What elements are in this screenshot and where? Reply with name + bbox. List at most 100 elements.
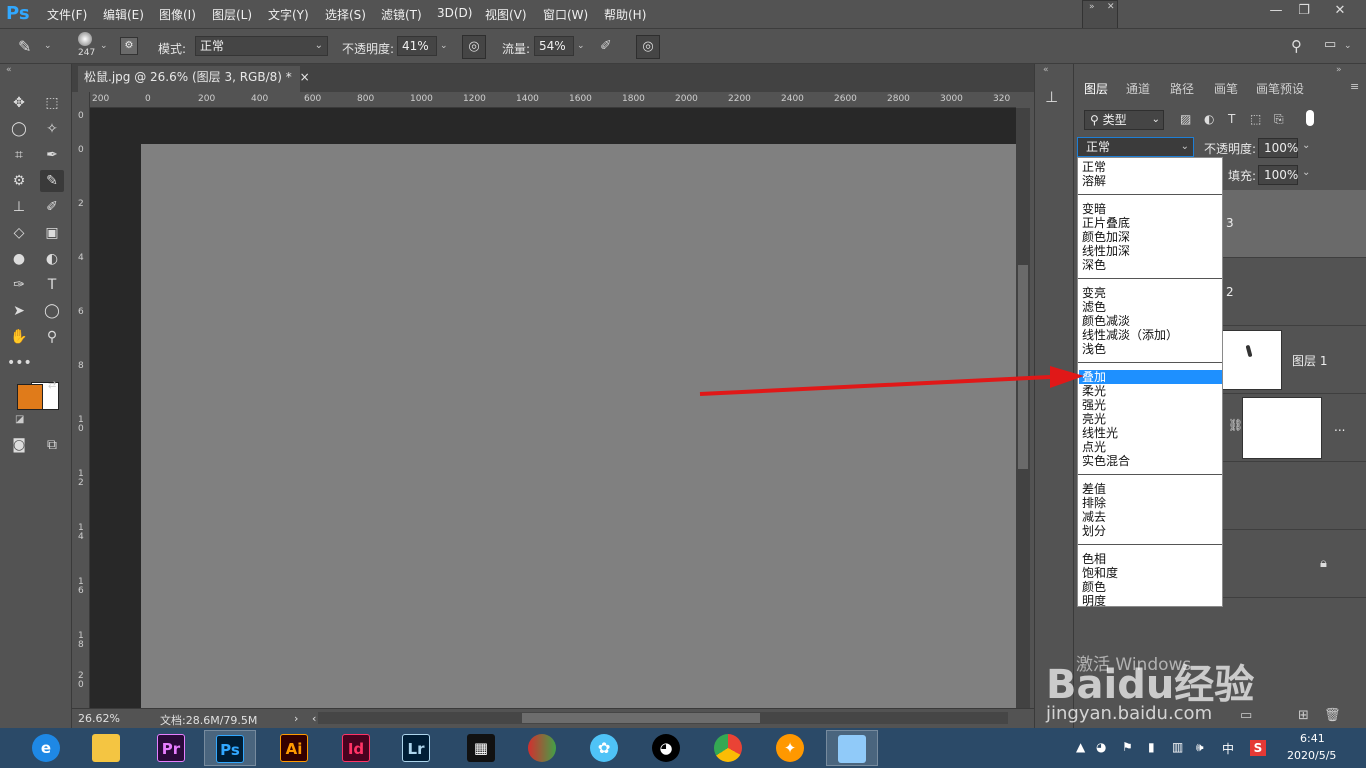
taskbar-cat[interactable]: ✿ — [578, 730, 630, 766]
taskbar-lightroom[interactable]: Lr — [390, 730, 442, 766]
type-filter-icon[interactable]: T — [1228, 112, 1235, 126]
chevron-down-icon[interactable]: ⌄ — [44, 41, 52, 51]
document-tab[interactable]: 松鼠.jpg @ 26.6% (图层 3, RGB/8) * × — [78, 66, 310, 92]
screen-mode-icon[interactable]: ⧉ — [40, 434, 64, 456]
brush-panel-icon[interactable]: ⚙ — [120, 37, 138, 55]
crop-tool-icon[interactable]: ⌗ — [7, 144, 31, 166]
blend-option[interactable]: 颜色 — [1082, 580, 1222, 594]
history-brush-tool-icon[interactable]: ✐ — [40, 196, 64, 218]
zoom-tool-icon[interactable]: ⚲ — [40, 326, 64, 348]
blend-option[interactable]: 浅色 — [1082, 342, 1222, 356]
pen-tool-icon[interactable]: ✑ — [7, 274, 31, 296]
quick-mask-icon[interactable]: ◙ — [7, 434, 31, 456]
blend-option[interactable]: 深色 — [1082, 258, 1222, 272]
menu-help[interactable]: 帮助(H) — [604, 6, 646, 23]
blend-option[interactable]: 正常 — [1082, 160, 1222, 174]
tab-channels[interactable]: 通道 — [1126, 80, 1150, 97]
pressure-opacity-icon[interactable]: ◎ — [462, 35, 486, 59]
tab-layers[interactable]: 图层 — [1084, 80, 1108, 97]
smart-object-filter-icon[interactable]: ⎘ — [1274, 112, 1284, 127]
blend-option[interactable]: 变暗 — [1082, 202, 1222, 216]
airbrush-icon[interactable]: ✐ — [600, 38, 612, 54]
mode-select[interactable]: 正常 ⌄ — [195, 36, 328, 56]
zoom-level[interactable]: 26.62% — [78, 712, 120, 725]
healing-tool-icon[interactable]: ⚙ — [7, 170, 31, 192]
filter-toggle-icon[interactable] — [1306, 110, 1314, 126]
taskbar-illustrator[interactable]: Ai — [268, 730, 320, 766]
tab-brush-presets[interactable]: 画笔预设 — [1256, 80, 1304, 97]
tray-expand-icon[interactable]: ▲ — [1076, 740, 1085, 754]
panel-menu-icon[interactable]: ≡ — [1350, 80, 1359, 93]
blend-option[interactable]: 颜色减淡 — [1082, 314, 1222, 328]
tab-paths[interactable]: 路径 — [1170, 80, 1194, 97]
chevron-down-icon[interactable]: ⌄ — [100, 41, 108, 51]
adjustment-filter-icon[interactable]: ◐ — [1204, 112, 1214, 126]
opacity-input[interactable]: 41% — [397, 36, 437, 56]
taskbar-app[interactable]: ✦ — [764, 730, 816, 766]
collapse-icon[interactable]: « — [6, 65, 12, 75]
blend-option[interactable]: 实色混合 — [1082, 454, 1222, 468]
blend-option[interactable]: 线性光 — [1082, 426, 1222, 440]
blend-option[interactable]: 明度 — [1082, 594, 1222, 608]
blur-tool-icon[interactable]: ● — [7, 248, 31, 270]
swap-colors-icon[interactable]: ⇄ — [48, 380, 56, 391]
chevron-down-icon[interactable]: ⌄ — [440, 41, 448, 51]
stamp-tool-icon[interactable]: ⊥ — [7, 196, 31, 218]
close-icon[interactable]: ✕ — [1326, 2, 1354, 20]
blend-option[interactable]: 溶解 — [1082, 174, 1222, 188]
restore-icon[interactable]: ❐ — [1290, 2, 1318, 20]
blend-option-selected[interactable]: 叠加 — [1079, 370, 1222, 384]
taskbar-chrome[interactable] — [702, 730, 754, 766]
chevron-down-icon[interactable]: ⌄ — [577, 41, 585, 51]
chevron-left-icon[interactable]: ‹ — [312, 712, 316, 725]
menu-edit[interactable]: 编辑(E) — [103, 6, 144, 23]
menu-view[interactable]: 视图(V) — [485, 6, 527, 23]
blend-option[interactable]: 点光 — [1082, 440, 1222, 454]
workspace-icon[interactable]: ▭ — [1324, 37, 1336, 52]
brush-tool-icon[interactable]: ✎ — [40, 170, 64, 192]
layer-opacity-input[interactable]: 100% — [1258, 138, 1298, 158]
sogou-icon[interactable]: S — [1250, 740, 1266, 756]
layer-row[interactable]: 图层 1 — [1222, 326, 1366, 394]
layer-row[interactable]: ⛓ ... — [1222, 394, 1366, 462]
taskbar-photoshop[interactable]: Ps — [204, 730, 256, 766]
taskbar-explorer[interactable] — [80, 730, 132, 766]
blend-option[interactable]: 线性减淡（添加） — [1082, 328, 1222, 342]
blend-option[interactable]: 饱和度 — [1082, 566, 1222, 580]
blend-option[interactable]: 颜色加深 — [1082, 230, 1222, 244]
panel-close-icon[interactable]: ✕ — [1107, 2, 1115, 12]
layer-fill-input[interactable]: 100% — [1258, 165, 1298, 185]
menu-window[interactable]: 窗口(W) — [543, 6, 588, 23]
clock-time[interactable]: 6:41 — [1300, 732, 1325, 745]
more-tools-icon[interactable]: ••• — [7, 352, 32, 374]
stamp-panel-icon[interactable]: ⊥ — [1045, 88, 1058, 106]
chevron-down-icon[interactable]: ⌄ — [1302, 140, 1310, 151]
brush-tool-icon[interactable]: ✎ — [18, 37, 31, 56]
chevron-down-icon[interactable]: ⌄ — [1302, 167, 1310, 178]
horizontal-scroll-thumb[interactable] — [522, 713, 760, 723]
taskbar-qq[interactable]: ◕ — [640, 730, 692, 766]
lasso-tool-icon[interactable]: ◯ — [7, 118, 31, 140]
eyedropper-tool-icon[interactable]: ✒ — [40, 144, 64, 166]
blend-option[interactable]: 排除 — [1082, 496, 1222, 510]
minimize-icon[interactable]: — — [1262, 2, 1290, 20]
default-colors-icon[interactable]: ◪ — [15, 414, 24, 425]
blend-option[interactable]: 差值 — [1082, 482, 1222, 496]
shape-filter-icon[interactable]: ⬚ — [1250, 112, 1261, 126]
close-tab-icon[interactable]: × — [300, 70, 310, 84]
menu-type[interactable]: 文字(Y) — [268, 6, 309, 23]
marquee-tool-icon[interactable]: ⬚ — [40, 92, 64, 114]
new-layer-icon[interactable]: ⊞ — [1298, 708, 1309, 723]
blend-mode-select[interactable]: 正常 ⌄ — [1077, 137, 1194, 157]
brush-preview-icon[interactable] — [78, 32, 92, 46]
trash-icon[interactable]: 🗑︎ — [1324, 708, 1341, 723]
expand-icon[interactable]: « — [1043, 65, 1049, 75]
tray-qq-icon[interactable]: ◕ — [1096, 740, 1106, 754]
pressure-size-icon[interactable]: ◎ — [636, 35, 660, 59]
tray-volume-icon[interactable]: 🕪︎ — [1196, 740, 1204, 755]
menu-filter[interactable]: 滤镜(T) — [381, 6, 422, 23]
gradient-tool-icon[interactable]: ▣ — [40, 222, 64, 244]
layer-filter-select[interactable]: ⚲ 类型 ⌄ — [1084, 110, 1164, 130]
menu-file[interactable]: 文件(F) — [47, 6, 87, 23]
document-canvas[interactable] — [141, 144, 1016, 708]
